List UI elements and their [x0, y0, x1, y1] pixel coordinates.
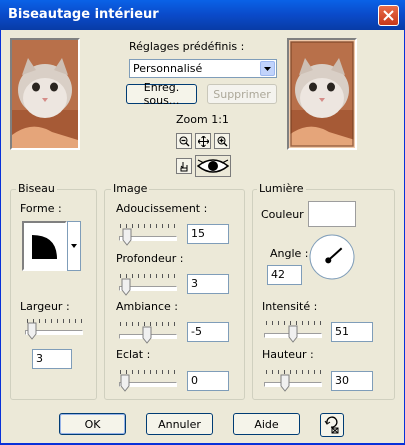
zoom-out-icon: [179, 136, 189, 146]
delete-button[interactable]: Supprimer: [207, 84, 277, 104]
zoom-in-icon: [217, 136, 227, 146]
chevron-down-icon: [71, 244, 77, 248]
depth-label: Profondeur :: [116, 252, 184, 265]
presets-selected: Personnalisé: [133, 62, 203, 75]
ok-button[interactable]: OK: [59, 413, 126, 435]
color-swatch[interactable]: [308, 201, 356, 227]
ambience-label: Ambiance :: [116, 300, 179, 313]
hand-pointer-icon: [180, 161, 187, 171]
reset-icon: [324, 416, 339, 434]
help-button[interactable]: Aide: [233, 413, 300, 435]
angle-label: Angle :: [270, 247, 309, 260]
height-field[interactable]: 30: [331, 371, 373, 391]
angle-field[interactable]: 42: [267, 265, 302, 285]
cancel-button[interactable]: Annuler: [146, 413, 213, 435]
intensity-label: Intensité :: [262, 300, 318, 313]
height-label: Hauteur :: [262, 348, 314, 361]
save-as-button[interactable]: Enreg. sous...: [126, 81, 197, 107]
bevel-shape-icon: [32, 235, 57, 259]
smoothness-slider-thumb[interactable]: [122, 228, 132, 246]
height-slider-thumb[interactable]: [280, 374, 290, 392]
original-preview[interactable]: [10, 38, 80, 150]
image-group-label: Image: [111, 182, 150, 195]
kitten-image: [12, 40, 78, 148]
shininess-field[interactable]: 0: [187, 371, 229, 391]
width-label: Largeur :: [20, 300, 70, 313]
height-slider-track[interactable]: [264, 382, 322, 387]
shape-preview[interactable]: [22, 221, 67, 271]
close-button[interactable]: [378, 5, 399, 26]
chevron-down-icon: [260, 61, 275, 76]
shape-dropdown[interactable]: [67, 221, 81, 271]
window-title: Biseautage intérieur: [8, 7, 159, 22]
preview-toggle-button[interactable]: [195, 155, 231, 177]
ambience-slider-thumb[interactable]: [142, 326, 152, 344]
depth-field[interactable]: 3: [187, 274, 229, 294]
shininess-slider-thumb[interactable]: [120, 374, 130, 392]
color-label: Couleur :: [261, 208, 311, 221]
angle-dial-icon: [309, 234, 355, 280]
shape-label: Forme :: [20, 202, 62, 215]
width-field[interactable]: 3: [32, 349, 72, 369]
zoom-out-button[interactable]: [176, 133, 192, 149]
presets-select[interactable]: Personnalisé: [129, 59, 277, 78]
bevel-group-label: Biseau: [16, 182, 57, 195]
smoothness-label: Adoucissement :: [116, 202, 208, 215]
intensity-field[interactable]: 51: [331, 322, 373, 342]
height-ticks: [266, 370, 321, 374]
smoothness-field[interactable]: 15: [187, 224, 229, 244]
close-icon: [383, 10, 394, 21]
locate-button[interactable]: [176, 158, 192, 174]
light-group-label: Lumière: [257, 182, 306, 195]
zoom-in-button[interactable]: [214, 133, 230, 149]
zoom-label: Zoom 1:1: [176, 113, 229, 126]
eye-icon: [196, 159, 230, 173]
depth-slider-thumb[interactable]: [121, 278, 131, 296]
pan-button[interactable]: [195, 133, 211, 149]
move-icon: [197, 135, 209, 147]
result-preview: [287, 38, 357, 150]
width-slider-thumb[interactable]: [27, 322, 37, 340]
angle-dial[interactable]: [308, 233, 356, 281]
intensity-slider-thumb[interactable]: [288, 325, 298, 343]
presets-label: Réglages prédéfinis :: [129, 40, 245, 53]
ambience-field[interactable]: -5: [187, 322, 229, 342]
kitten-result-image: [289, 40, 355, 148]
reset-button[interactable]: [320, 413, 344, 437]
shininess-label: Eclat :: [116, 348, 151, 361]
